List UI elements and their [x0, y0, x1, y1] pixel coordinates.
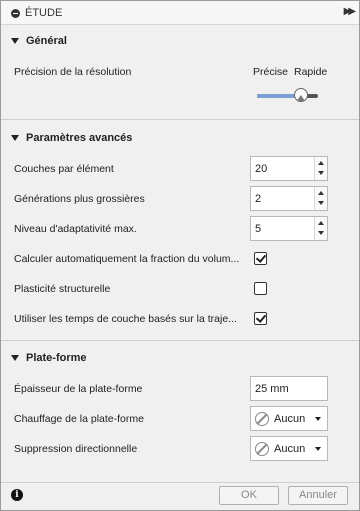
section-advanced-label: Paramètres avancés	[26, 132, 133, 144]
collapse-arrow-icon	[11, 135, 19, 141]
layers-value[interactable]: 20	[255, 163, 267, 175]
heating-value: Aucun	[274, 413, 306, 425]
spinner-down-icon[interactable]	[318, 201, 324, 205]
adapt-spinner[interactable]: 5	[250, 216, 328, 241]
cancel-button[interactable]: Annuler	[288, 486, 348, 505]
heating-label: Chauffage de la plate-forme	[14, 413, 144, 425]
chevron-down-icon	[315, 447, 321, 451]
layer-times-checkbox[interactable]	[254, 312, 267, 325]
spinner-up-icon[interactable]	[318, 191, 324, 195]
dialog-footer: i OK Annuler	[1, 482, 359, 510]
divider	[1, 340, 359, 341]
plasticity-checkbox[interactable]	[254, 282, 267, 295]
spinner-up-icon[interactable]	[318, 221, 324, 225]
section-general-label: Général	[26, 35, 67, 47]
chevron-down-icon	[315, 417, 321, 421]
resolution-label: Précision de la résolution	[14, 66, 132, 78]
layers-label: Couches par élément	[14, 163, 114, 175]
ok-button[interactable]: OK	[219, 486, 279, 505]
auto-volume-checkbox[interactable]	[254, 252, 267, 265]
title-bar: ÉTUDE ▶▶	[1, 1, 359, 25]
spinner-down-icon[interactable]	[318, 231, 324, 235]
section-platform-label: Plate-forme	[26, 352, 87, 364]
plasticity-label: Plasticité structurelle	[14, 283, 111, 295]
collapse-arrow-icon	[11, 355, 19, 361]
thickness-value[interactable]: 25 mm	[255, 383, 289, 395]
dialog-title: ÉTUDE	[25, 7, 63, 19]
slider-right-label: Rapide	[294, 66, 328, 78]
slider-thumb[interactable]	[293, 88, 308, 102]
auto-volume-label: Calculer automatiquement la fraction du …	[14, 253, 240, 265]
spinner-up-icon[interactable]	[318, 161, 324, 165]
spinner-buttons[interactable]	[314, 217, 327, 240]
spinner-buttons[interactable]	[314, 157, 327, 180]
section-platform[interactable]: Plate-forme	[1, 349, 359, 369]
divider	[1, 119, 359, 120]
coarse-spinner[interactable]: 2	[250, 186, 328, 211]
coarse-value[interactable]: 2	[255, 193, 261, 205]
info-icon[interactable]: i	[11, 489, 23, 501]
layer-times-label: Utiliser les temps de couche basés sur l…	[14, 313, 237, 325]
section-general[interactable]: Général	[1, 32, 359, 52]
prohibited-icon	[255, 442, 269, 456]
suppression-value: Aucun	[274, 443, 306, 455]
adapt-label: Niveau d'adaptativité max.	[14, 223, 137, 235]
adapt-value[interactable]: 5	[255, 223, 261, 235]
study-dialog: ÉTUDE ▶▶ Général Précision de la résolut…	[0, 0, 360, 511]
slider-left-label: Précise	[253, 66, 289, 78]
collapse-arrow-icon	[11, 38, 19, 44]
spinner-buttons[interactable]	[314, 187, 327, 210]
expand-icon[interactable]: ▶▶	[344, 6, 357, 17]
thickness-label: Épaisseur de la plate-forme	[14, 383, 143, 395]
coarse-label: Générations plus grossières	[14, 193, 145, 205]
section-advanced[interactable]: Paramètres avancés	[1, 129, 359, 149]
heating-dropdown[interactable]: Aucun	[250, 406, 328, 431]
prohibited-icon	[255, 412, 269, 426]
collapse-icon[interactable]	[11, 9, 20, 18]
resolution-slider[interactable]	[257, 94, 318, 98]
layers-spinner[interactable]: 20	[250, 156, 328, 181]
spinner-down-icon[interactable]	[318, 171, 324, 175]
suppression-dropdown[interactable]: Aucun	[250, 436, 328, 461]
suppression-label: Suppression directionnelle	[14, 443, 138, 455]
thickness-input[interactable]: 25 mm	[250, 376, 328, 401]
